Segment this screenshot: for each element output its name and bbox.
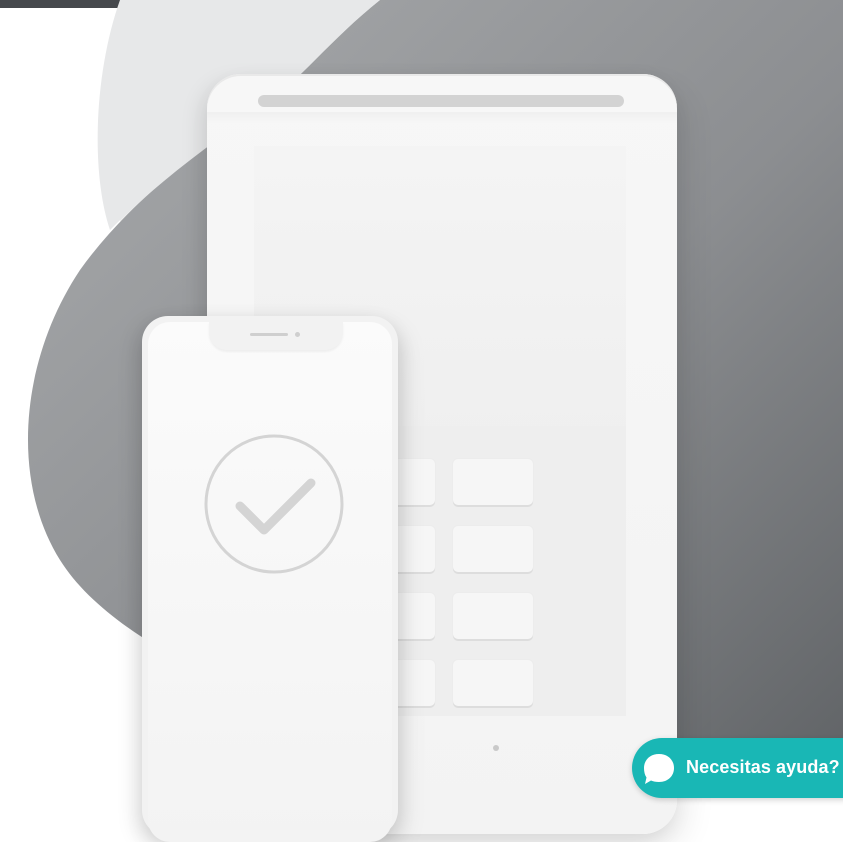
phone-screen	[148, 322, 392, 842]
smartphone-illustration	[142, 316, 398, 842]
tablet-speaker-bar	[258, 95, 624, 107]
tablet-shade	[207, 112, 677, 124]
phone-notch	[209, 322, 343, 350]
keypad-key	[453, 459, 533, 505]
keypad-key	[453, 660, 533, 706]
keypad-key	[453, 593, 533, 639]
keypad-key	[453, 526, 533, 572]
tablet-home-dot	[493, 745, 499, 751]
phone-speaker	[250, 333, 288, 336]
help-chat-button[interactable]: Necesitas ayuda?	[632, 738, 843, 798]
chat-bubble-icon	[644, 754, 674, 784]
phone-camera	[295, 332, 300, 337]
help-button-label: Necesitas ayuda?	[686, 757, 840, 777]
checkmark-circle-icon	[204, 434, 344, 574]
